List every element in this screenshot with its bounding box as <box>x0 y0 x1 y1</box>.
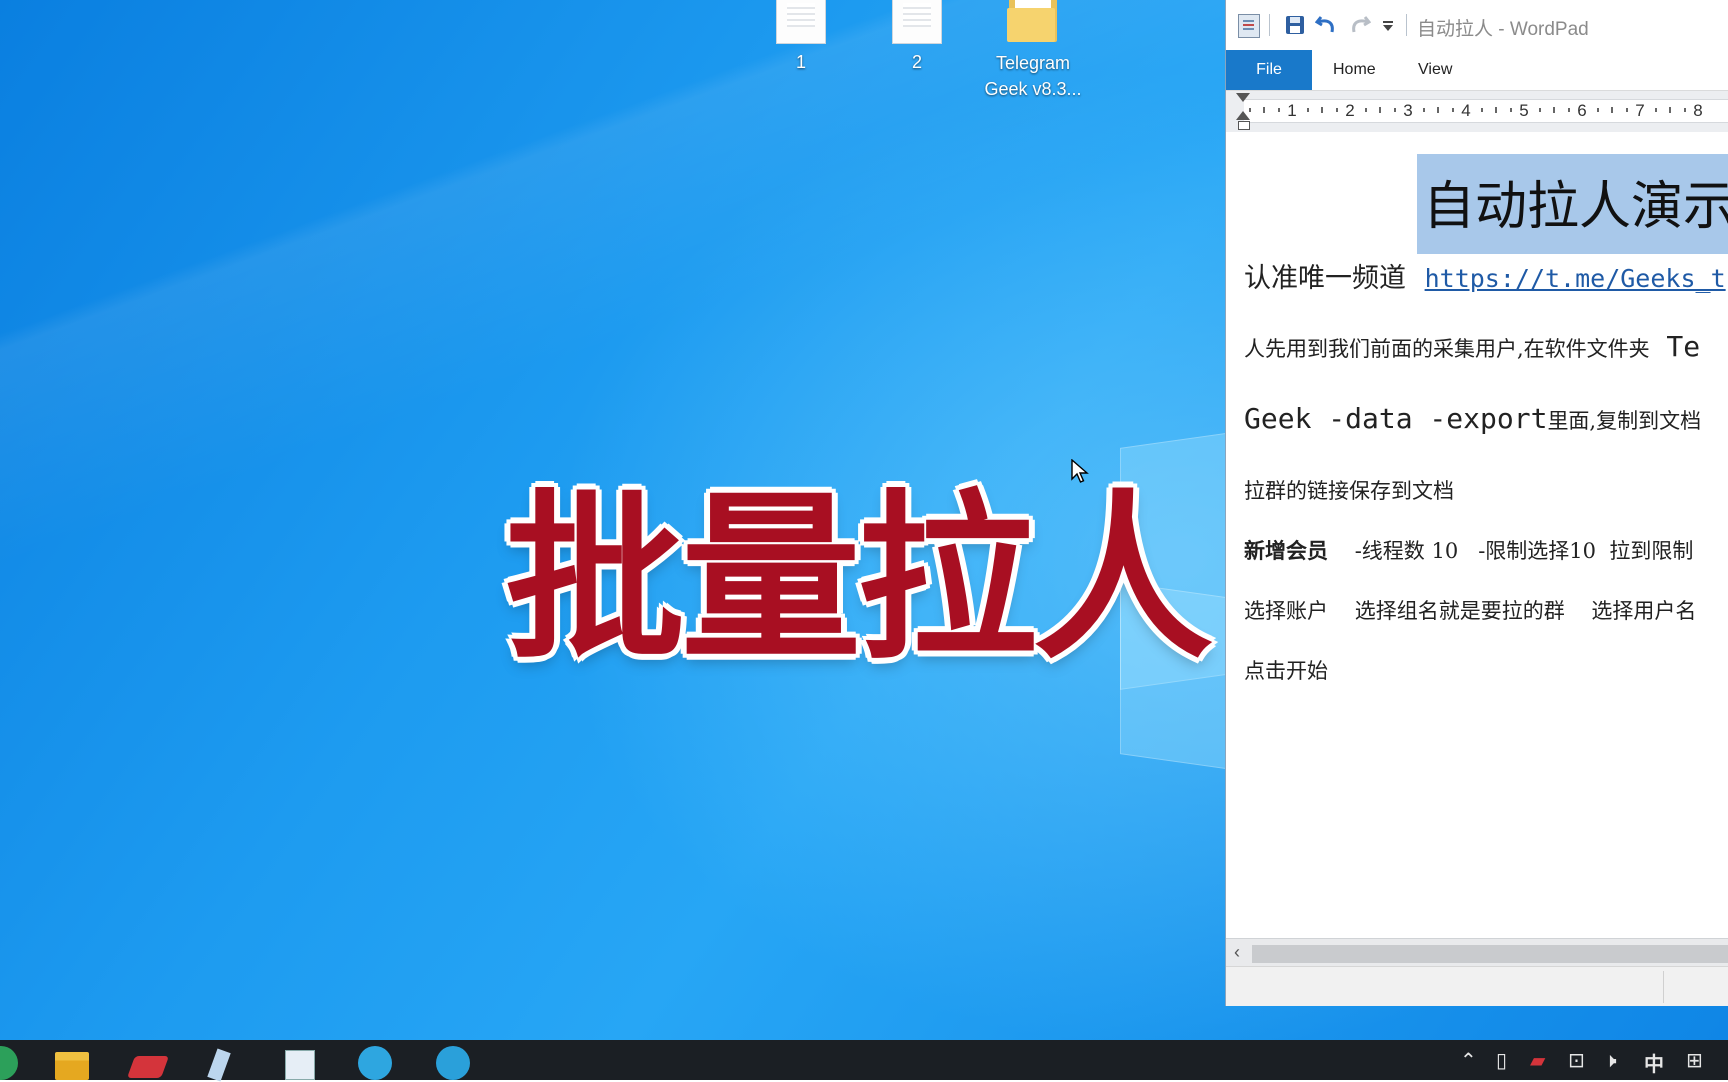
hanging-indent-marker[interactable] <box>1236 111 1250 120</box>
ruler-tick <box>1263 107 1265 113</box>
instructions-tail: Te <box>1666 330 1701 363</box>
ruler-number: 1 <box>1287 101 1297 120</box>
ruler-tick <box>1669 107 1671 113</box>
ruler-tick <box>1625 108 1628 112</box>
undo-icon[interactable] <box>1315 13 1337 35</box>
window-title: 自动拉人 - WordPad <box>1417 19 1589 40</box>
document-icon <box>892 0 942 44</box>
ruler-tick <box>1306 108 1309 112</box>
ruler-number: 5 <box>1519 101 1529 120</box>
ruler-tick <box>1321 107 1323 113</box>
file-explorer-icon[interactable] <box>55 1052 89 1080</box>
status-bar <box>1226 966 1728 1006</box>
edge-browser-icon[interactable] <box>0 1046 18 1080</box>
doc-line-instructions-2: Geek -data -export里面,复制到文档 <box>1244 402 1701 435</box>
ruler-tick <box>1437 107 1439 113</box>
desktop-file-1[interactable]: 1 <box>751 0 851 73</box>
scrollbar-thumb[interactable] <box>1252 945 1728 963</box>
ruler-tick <box>1683 108 1686 112</box>
desktop-file-2[interactable]: 2 <box>867 0 967 73</box>
keyboard-icon[interactable]: ⊞ <box>1686 1048 1703 1072</box>
ruler-tick <box>1553 107 1555 113</box>
folder-path-text: Geek -data -export <box>1244 402 1548 435</box>
document-icon <box>776 0 826 44</box>
channel-label: 认准唯一频道 <box>1244 263 1406 294</box>
telegram-icon[interactable] <box>358 1046 392 1080</box>
ruler-area: 1 2 3 4 5 6 7 8 <box>1226 91 1728 133</box>
doc-line-add-members: 新增会员 -线程数 10 -限制选择10 拉到限制 <box>1244 535 1693 565</box>
desktop-icon-label: 2 <box>911 52 922 72</box>
wordpad-window[interactable]: 自动拉人 - WordPad File Home View 1 2 3 4 5 6 7 8 自… <box>1225 0 1728 1006</box>
device-icon[interactable]: ▯ <box>1496 1048 1507 1072</box>
left-indent-marker[interactable] <box>1238 121 1250 130</box>
red-app-icon[interactable] <box>126 1056 170 1078</box>
ruler-tick <box>1509 108 1512 112</box>
volume-muted-icon[interactable]: 🕨 <box>1604 1048 1617 1072</box>
mouse-cursor-icon <box>1071 459 1089 483</box>
ruler-tick <box>1277 108 1280 112</box>
folder-path-tail: 里面,复制到文档 <box>1547 409 1702 433</box>
desktop-icon-label: Telegram Geek v8.3... <box>984 53 1082 99</box>
selected-heading[interactable]: 自动拉人演示 <box>1417 154 1728 254</box>
channel-link[interactable]: https://t.me/Geeks_t <box>1425 264 1726 293</box>
network-icon[interactable]: ⊡ <box>1568 1048 1585 1072</box>
desktop-icon-label: 1 <box>795 52 806 72</box>
video-overlay-title: 批量拉人 <box>505 475 1213 684</box>
scroll-left-icon[interactable]: ‹ <box>1234 942 1240 963</box>
tab-view[interactable]: View <box>1418 50 1452 90</box>
show-hidden-icons-icon[interactable]: ⌃ <box>1460 1048 1477 1072</box>
ruler-number: 2 <box>1345 101 1355 120</box>
separator <box>1269 14 1270 36</box>
ruler-tick <box>1611 107 1613 113</box>
wordpad-app-icon[interactable] <box>1238 14 1260 38</box>
folder-icon <box>1007 0 1059 42</box>
doc-line-channel: 认准唯一频道 https://t.me/Geeks_t <box>1244 256 1726 295</box>
title-bar[interactable]: 自动拉人 - WordPad <box>1226 0 1728 50</box>
ruler-tick <box>1393 108 1396 112</box>
ruler-tick <box>1495 107 1497 113</box>
ruler-tick <box>1538 108 1541 112</box>
heading-text: 自动拉人演示 <box>1423 177 1728 237</box>
doc-line-start: 点击开始 <box>1244 659 1328 683</box>
notepad-app-icon[interactable] <box>207 1048 231 1082</box>
save-icon[interactable] <box>1285 15 1305 35</box>
ruler-number: 3 <box>1403 101 1413 120</box>
document-area[interactable]: 自动拉人演示 认准唯一频道 https://t.me/Geeks_t 人先用到我… <box>1226 132 1728 938</box>
ruler-number: 6 <box>1577 101 1587 120</box>
ruler-tick <box>1451 108 1454 112</box>
tab-file[interactable]: File <box>1226 50 1312 90</box>
ruler-tick <box>1379 107 1381 113</box>
horizontal-scrollbar[interactable]: ‹ <box>1226 938 1728 967</box>
telegram-geek-icon[interactable] <box>436 1046 470 1080</box>
ruler-tick <box>1480 108 1483 112</box>
ruler-tick <box>1364 108 1367 112</box>
add-members-label: 新增会员 <box>1244 538 1328 563</box>
doc-line-select: 选择账户 选择组名就是要拉的群 选择用户名 <box>1244 599 1697 623</box>
tab-home[interactable]: Home <box>1333 50 1376 90</box>
ruler-tick <box>1654 108 1657 112</box>
ruler-tick <box>1422 108 1425 112</box>
instructions-text: 人先用到我们前面的采集用户,在软件文件夹 <box>1244 337 1650 361</box>
separator <box>1406 14 1407 36</box>
wordpad-taskbar-icon[interactable] <box>285 1050 315 1080</box>
ruler-tick <box>1335 108 1338 112</box>
add-members-settings: -线程数 10 -限制选择10 拉到限制 <box>1354 539 1694 563</box>
ruler-tick <box>1567 108 1570 112</box>
desktop-folder-telegram-geek[interactable]: Telegram Geek v8.3... <box>983 0 1083 102</box>
doc-line-save-link: 拉群的链接保存到文档 <box>1244 479 1454 503</box>
ime-indicator[interactable]: 中 <box>1644 1048 1664 1077</box>
taskbar: ⌃ ▯ ▰ ⊡ 🕨 中 ⊞ <box>0 1040 1728 1082</box>
ribbon-tabs: File Home View <box>1226 50 1728 91</box>
redo-icon[interactable] <box>1349 13 1371 35</box>
ruler-tick <box>1596 108 1599 112</box>
ruler-number: 7 <box>1635 101 1645 120</box>
doc-line-instructions-1: 人先用到我们前面的采集用户,在软件文件夹 Te <box>1244 330 1700 363</box>
ruler-number: 8 <box>1693 101 1703 120</box>
status-divider <box>1663 971 1664 1003</box>
first-line-indent-marker[interactable] <box>1236 93 1250 102</box>
tray-app-icon[interactable]: ▰ <box>1530 1048 1545 1072</box>
customize-quick-access-icon[interactable] <box>1382 20 1394 32</box>
ruler[interactable]: 1 2 3 4 5 6 7 8 <box>1244 99 1728 123</box>
ruler-number: 4 <box>1461 101 1471 120</box>
